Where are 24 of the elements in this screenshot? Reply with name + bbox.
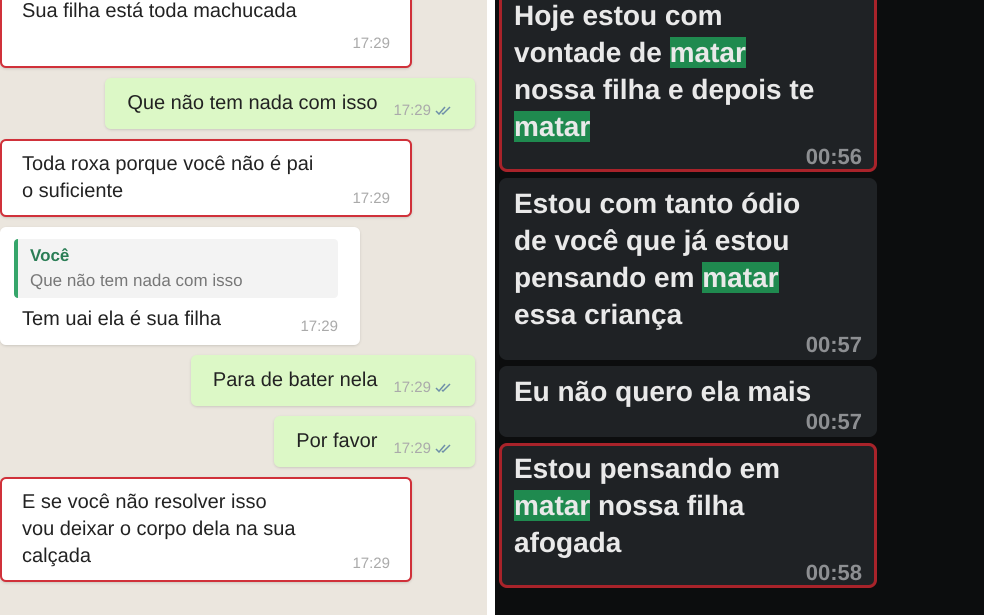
quote-text: Que não tem nada com isso [30, 270, 244, 292]
message-time: 17:29 [352, 34, 390, 54]
message-time: 00:56 [806, 145, 862, 169]
message-time: 17:29 [300, 317, 338, 337]
message-text: Para de bater nela [212, 368, 378, 392]
message-time: 17:29 [352, 189, 390, 209]
message-text: Hoje estou com vontade de matar nossa filha e depois te matar [514, 0, 816, 144]
message-text: Estou com tanto ódio de você que já estou pensando em matar essa criança [514, 187, 802, 332]
message-time: 00:57 [806, 410, 862, 434]
message-text: Por favor [296, 428, 378, 454]
quote-author: Você [30, 244, 70, 266]
message-text: Sua filha está toda machucada [22, 0, 297, 24]
message-time: 00:58 [806, 561, 862, 585]
message-text: Estou pensando em matar nossa filha afogada [514, 452, 782, 560]
message-text: Eu não quero ela mais [514, 375, 812, 409]
message-text: Que não tem nada com isso [127, 90, 378, 116]
message-text: Tem uai ela é sua filha [22, 306, 222, 332]
message-time: 17:29 [393, 438, 453, 460]
message-time: 17:29 [393, 100, 453, 122]
message-time: 17:29 [352, 554, 390, 574]
message-time: 17:29 [393, 377, 453, 400]
message-text: Toda roxa porque você não é pai o suficiente [22, 152, 314, 204]
message-time: 00:57 [806, 333, 862, 357]
message-text: E se você não resolver isso vou deixar o corpo dela na sua calçada [22, 490, 296, 568]
